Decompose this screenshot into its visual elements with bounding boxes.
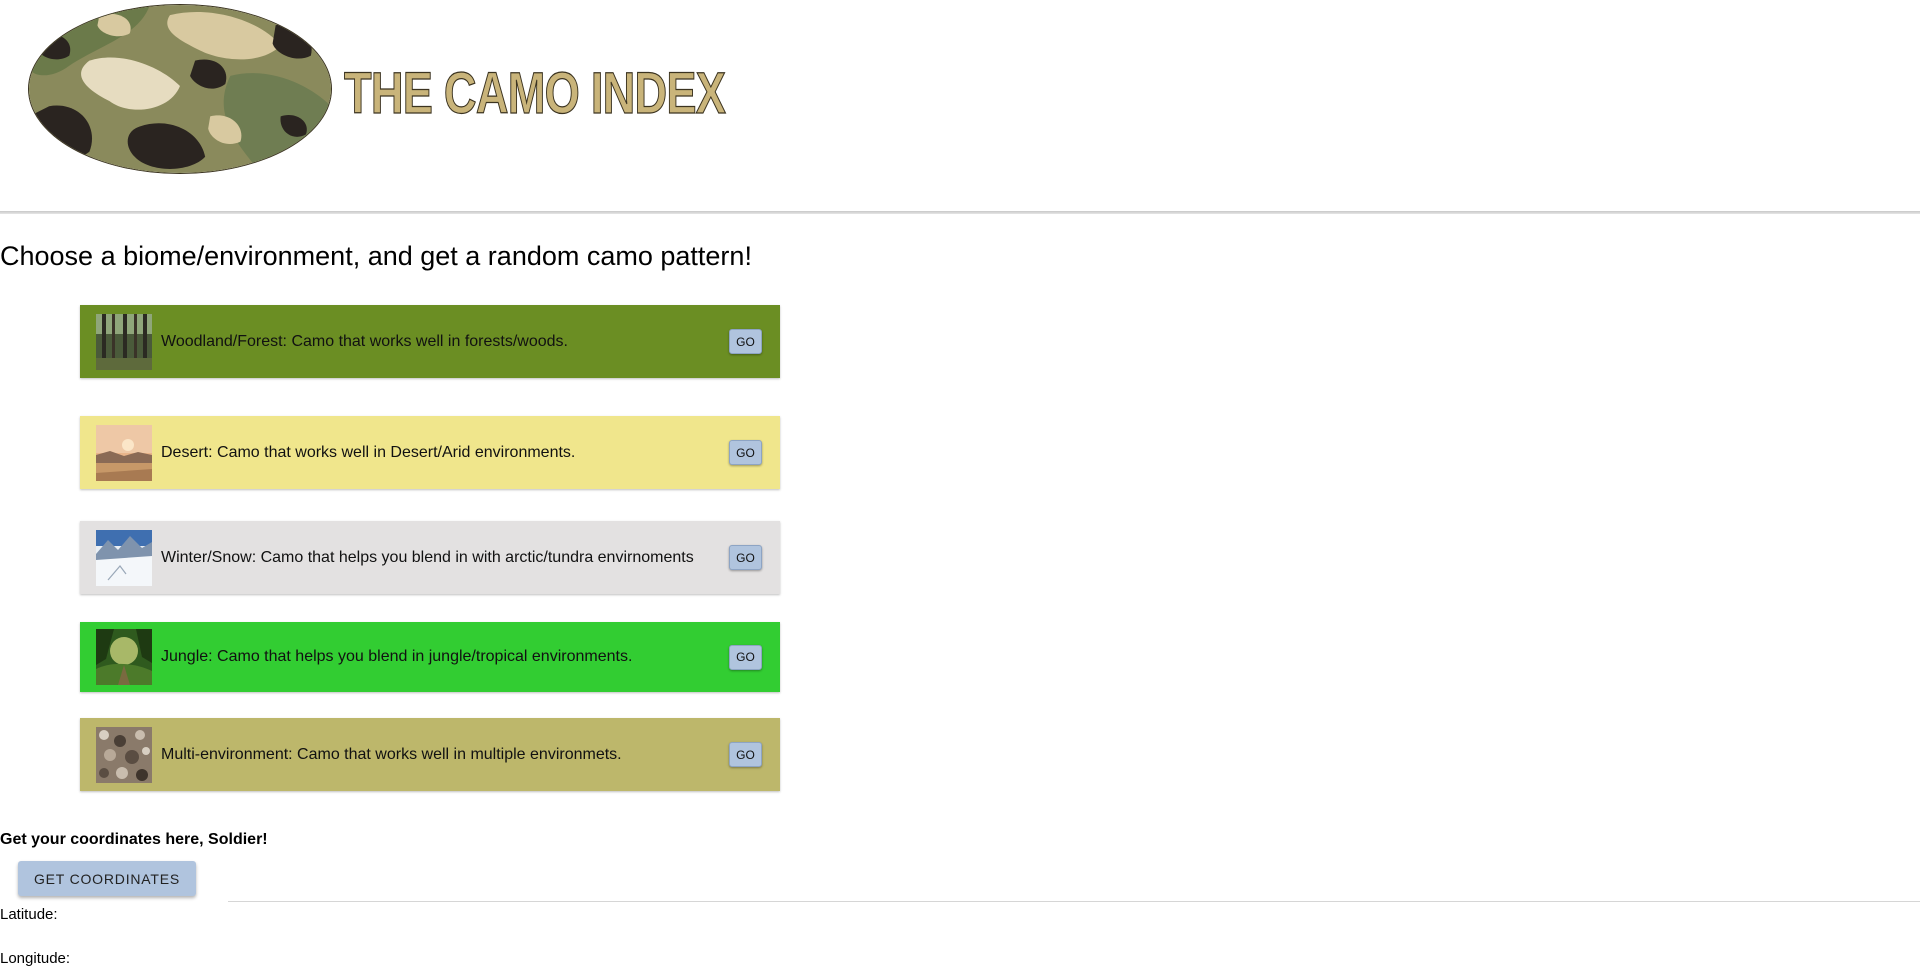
- biome-card-jungle: Jungle: Camo that helps you blend in jun…: [80, 622, 780, 692]
- biome-card-desert: Desert: Camo that works well in Desert/A…: [80, 416, 780, 489]
- go-button-jungle[interactable]: GO: [729, 644, 762, 670]
- biome-card-woodland: Woodland/Forest: Camo that works well in…: [80, 305, 780, 378]
- go-button-desert[interactable]: GO: [729, 440, 762, 465]
- biome-card-winter: Winter/Snow: Camo that helps you blend i…: [80, 521, 780, 594]
- biome-description: Jungle: Camo that helps you blend in jun…: [161, 648, 633, 665]
- biome-description: Desert: Camo that works well in Desert/A…: [161, 443, 576, 461]
- get-coordinates-button[interactable]: GET COORDINATES: [18, 861, 196, 896]
- go-button-multi[interactable]: GO: [729, 742, 762, 767]
- site-title: THE CAMO INDEX: [344, 60, 727, 126]
- longitude-label: Longitude:: [0, 950, 71, 967]
- go-button-winter[interactable]: GO: [729, 545, 762, 570]
- snow-thumbnail: [96, 529, 152, 586]
- jungle-thumbnail: [96, 629, 152, 685]
- multi-thumbnail: [96, 726, 152, 783]
- biome-description: Woodland/Forest: Camo that works well in…: [161, 332, 568, 350]
- camo-logo-image: [28, 4, 332, 174]
- forest-thumbnail: [96, 313, 152, 370]
- coordinates-heading: Get your coordinates here, Soldier!: [0, 831, 268, 848]
- biome-description: Winter/Snow: Camo that helps you blend i…: [161, 548, 694, 566]
- go-button-woodland[interactable]: GO: [729, 329, 762, 354]
- latitude-label: Latitude:: [0, 906, 58, 923]
- camo-pattern-icon: [29, 5, 331, 173]
- biome-card-multi: Multi-environment: Camo that works well …: [80, 718, 780, 791]
- page-intro-heading: Choose a biome/environment, and get a ra…: [0, 241, 752, 271]
- site-header: THE CAMO INDEX: [0, 0, 1920, 214]
- header-divider: [0, 211, 1920, 214]
- biome-description: Multi-environment: Camo that works well …: [161, 745, 622, 763]
- coordinates-divider: [228, 901, 1920, 902]
- desert-thumbnail: [96, 424, 152, 481]
